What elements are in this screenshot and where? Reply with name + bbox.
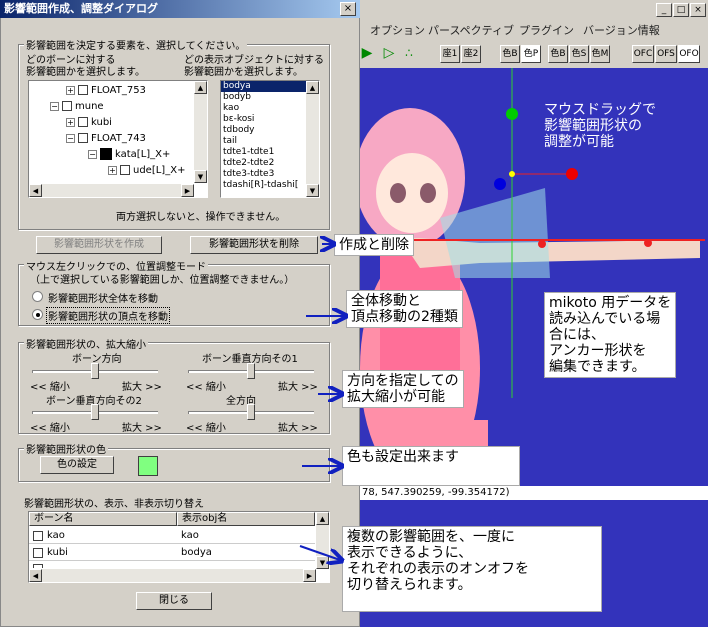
arrow-visibility bbox=[299, 545, 340, 560]
callout-arrows bbox=[299, 0, 708, 627]
